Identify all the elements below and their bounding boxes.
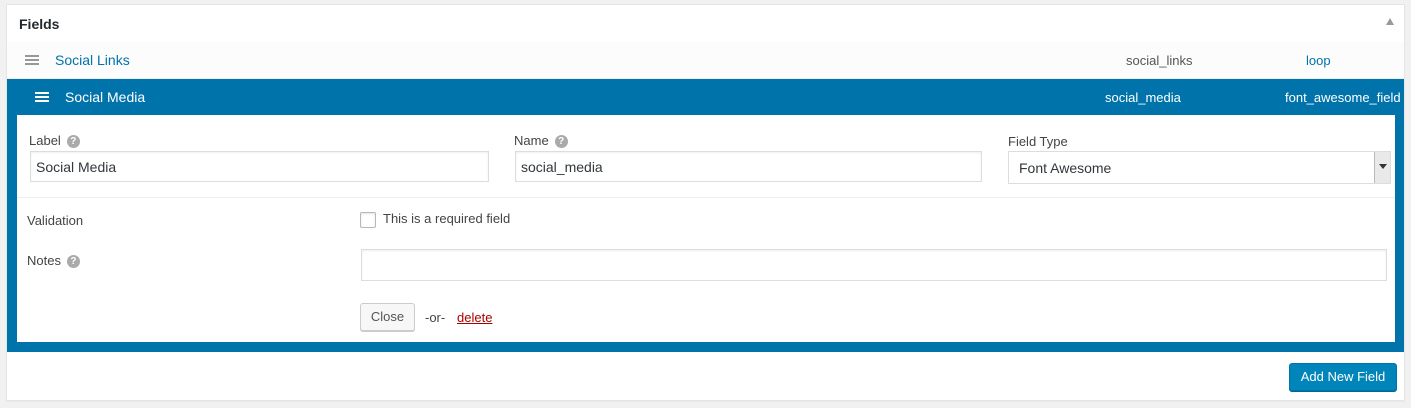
field-row[interactable]: Social Links social_links loop — [7, 42, 1404, 79]
notes-input[interactable] — [361, 249, 1387, 281]
delete-link[interactable]: delete — [457, 310, 492, 325]
validation-title: Validation — [27, 213, 84, 228]
field-type-title: Field Type — [1008, 134, 1068, 149]
notes-title: Notes? — [27, 253, 80, 268]
field-editor-frame: Label? Name? Field Type Font Awesome Val… — [7, 115, 1404, 352]
name-field-title: Name? — [514, 133, 568, 148]
field-editor: Label? Name? Field Type Font Awesome Val… — [17, 115, 1395, 342]
field-label-link[interactable]: Social Links — [55, 52, 130, 68]
field-type-select[interactable]: Font Awesome — [1008, 151, 1391, 184]
field-name: social_media — [1105, 90, 1181, 105]
label-field-title: Label? — [29, 133, 80, 148]
chevron-down-icon[interactable] — [1374, 152, 1390, 183]
panel-title: Fields — [19, 16, 60, 32]
field-type[interactable]: loop — [1306, 53, 1331, 68]
drag-handle-icon[interactable] — [25, 55, 39, 65]
field-name: social_links — [1126, 53, 1193, 68]
label-input[interactable] — [30, 151, 489, 182]
help-icon[interactable]: ? — [66, 255, 80, 268]
divider — [17, 197, 1395, 198]
help-icon[interactable]: ? — [554, 135, 568, 148]
required-checkbox[interactable] — [360, 212, 376, 228]
field-label-link[interactable]: Social Media — [65, 89, 145, 105]
close-button[interactable]: Close — [360, 303, 415, 331]
fields-panel: Fields Social Links social_links loop So… — [6, 4, 1405, 401]
required-label[interactable]: This is a required field — [383, 211, 510, 226]
field-row-active[interactable]: Social Media social_media font_awesome_f… — [7, 79, 1404, 115]
field-type-selected: Font Awesome — [1019, 160, 1112, 176]
help-icon[interactable]: ? — [66, 135, 80, 148]
collapse-arrow-icon[interactable] — [1386, 18, 1394, 25]
or-separator: -or- — [425, 310, 446, 325]
panel-header: Fields — [7, 5, 1404, 43]
field-type: font_awesome_field — [1285, 90, 1401, 105]
drag-handle-icon[interactable] — [35, 92, 49, 102]
name-input[interactable] — [515, 151, 982, 182]
add-new-field-button[interactable]: Add New Field — [1289, 363, 1397, 391]
